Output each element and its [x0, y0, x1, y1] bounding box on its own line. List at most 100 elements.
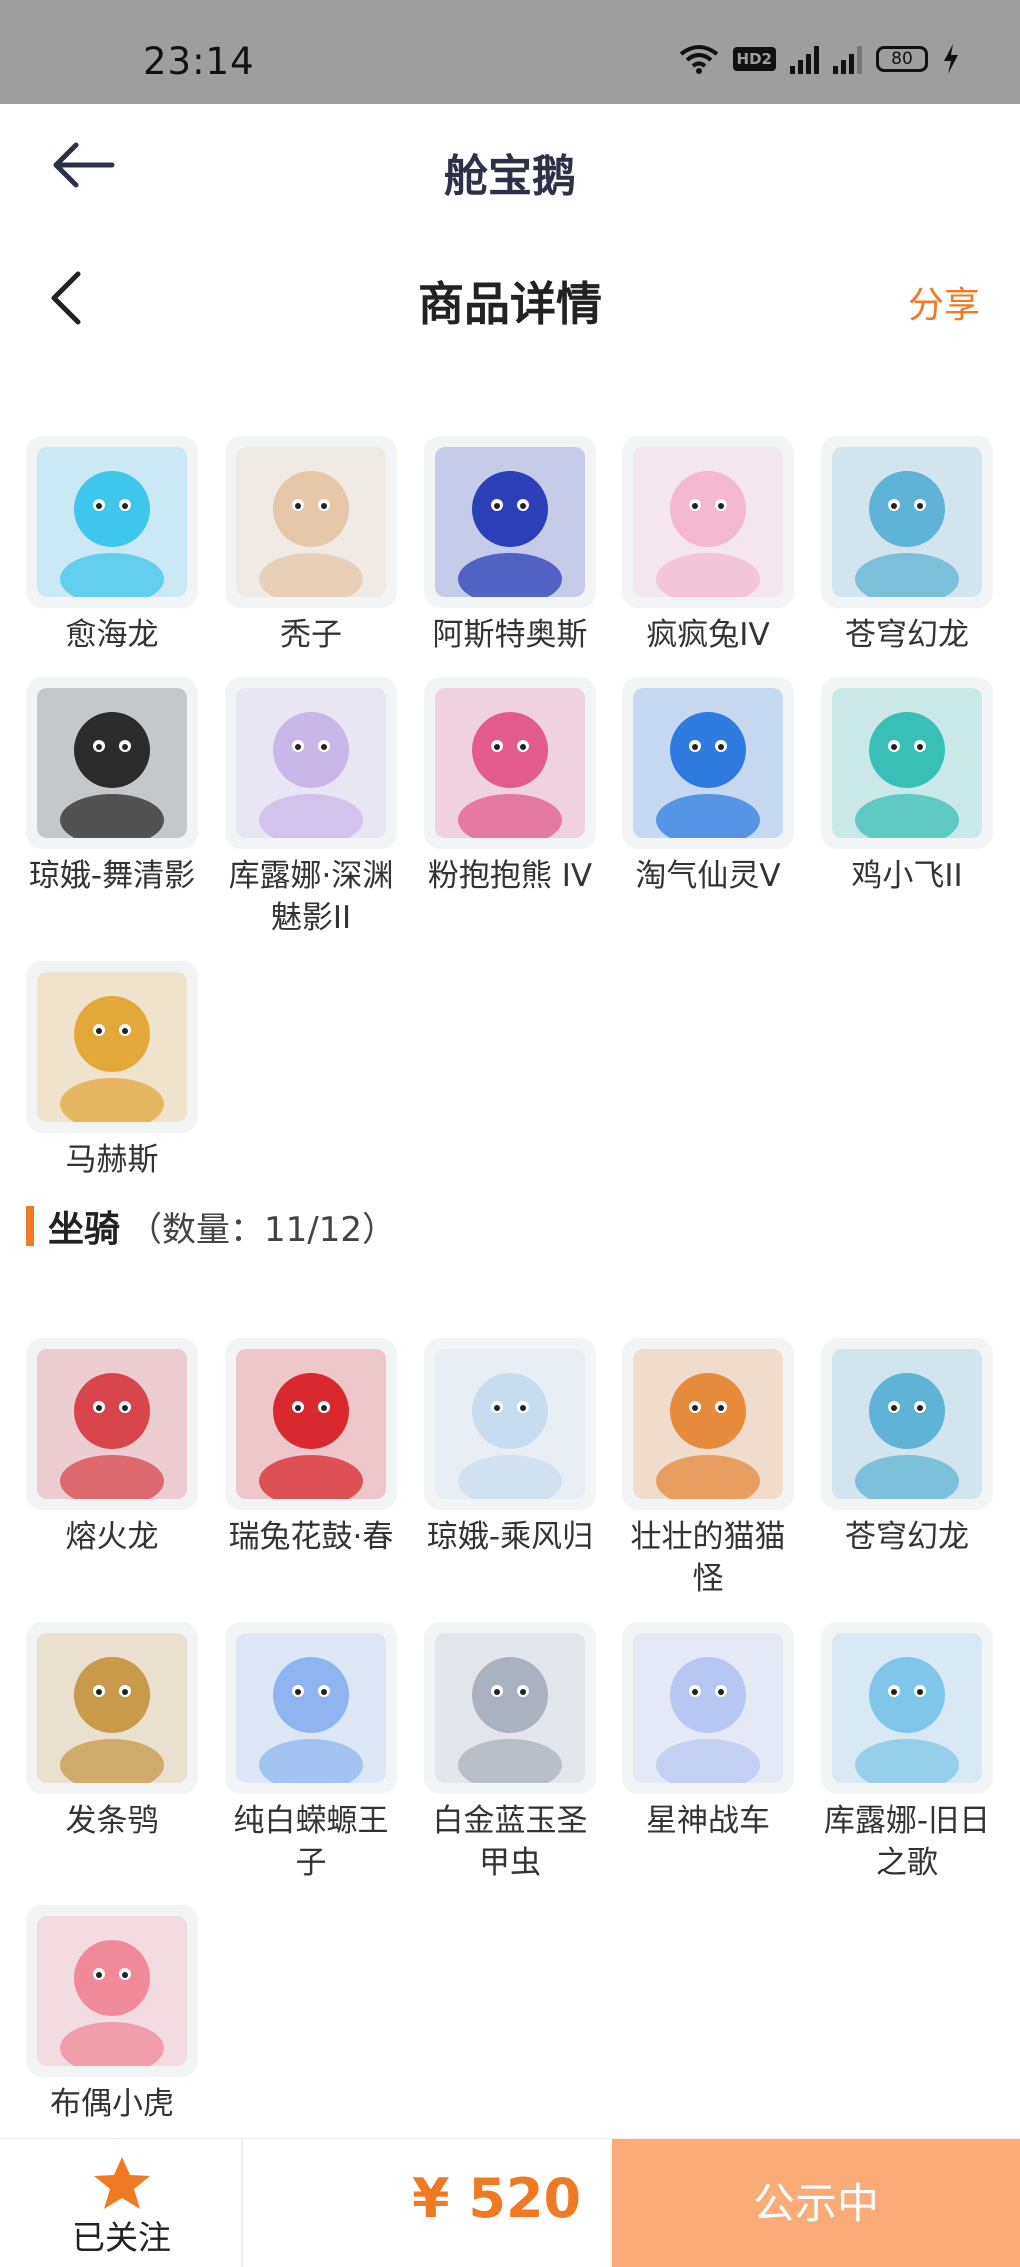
- item-name: 壮壮的猫猫怪: [630, 1519, 786, 1597]
- item-thumbnail: [26, 436, 198, 608]
- item-thumbnail: [225, 677, 397, 849]
- item-thumbnail: [26, 1622, 198, 1794]
- character-avatar-icon: [37, 1916, 187, 2066]
- item-name: 库露娜-旧日之歌: [823, 1803, 991, 1881]
- item-card[interactable]: 布偶小虎: [26, 1905, 198, 2125]
- item-card[interactable]: 纯白蝾螈王子: [225, 1622, 397, 1884]
- item-card[interactable]: 白金蓝玉圣甲虫: [424, 1622, 596, 1884]
- item-thumbnail: [424, 1622, 596, 1794]
- bottom-bar: 已关注 ¥ 520 公示中: [0, 2138, 1020, 2267]
- item-card[interactable]: 琼娥-乘风归: [424, 1338, 596, 1558]
- item-thumbnail: [821, 677, 993, 849]
- character-avatar-icon: [37, 1633, 187, 1783]
- item-card[interactable]: 秃子: [225, 436, 397, 656]
- item-card[interactable]: 库露娜·深渊魅影II: [225, 677, 397, 939]
- character-avatar-icon: [435, 447, 585, 597]
- item-card[interactable]: 疯疯兔IV: [622, 436, 794, 656]
- item-thumbnail: [225, 1622, 397, 1794]
- character-avatar-icon: [633, 1633, 783, 1783]
- item-thumbnail: [622, 1622, 794, 1794]
- item-name: 鸡小飞II: [851, 858, 963, 894]
- item-thumbnail: [424, 1338, 596, 1510]
- item-thumbnail: [821, 436, 993, 608]
- character-avatar-icon: [236, 688, 386, 838]
- star-icon: [94, 2157, 150, 2209]
- item-name: 阿斯特奥斯: [432, 617, 588, 653]
- character-avatar-icon: [236, 1349, 386, 1499]
- battery-icon: 80: [876, 46, 928, 72]
- status-icons: HD2 80: [679, 44, 960, 74]
- section-title: 坐骑: [48, 1209, 121, 1250]
- item-card[interactable]: 星神战车: [622, 1622, 794, 1842]
- character-avatar-icon: [37, 972, 187, 1122]
- item-name: 苍穹幻龙: [845, 617, 969, 653]
- item-card[interactable]: 淘气仙灵V: [622, 677, 794, 897]
- publicity-status-button[interactable]: 公示中: [612, 2139, 1020, 2267]
- character-avatar-icon: [236, 447, 386, 597]
- item-name: 琼娥-乘风归: [426, 1519, 594, 1555]
- item-thumbnail: [821, 1622, 993, 1794]
- item-thumbnail: [26, 677, 198, 849]
- page-title: 商品详情: [418, 277, 602, 331]
- charging-icon: [944, 44, 958, 74]
- item-thumbnail: [424, 677, 596, 849]
- item-name: 白金蓝玉圣甲虫: [432, 1803, 588, 1881]
- item-thumbnail: [424, 436, 596, 608]
- section-accent-bar: [26, 1206, 34, 1246]
- app-bar: 舱宝鹅: [0, 104, 1020, 228]
- item-name: 熔火龙: [65, 1519, 159, 1555]
- item-thumbnail: [622, 436, 794, 608]
- character-avatar-icon: [37, 447, 187, 597]
- item-name: 秃子: [280, 617, 342, 653]
- item-card[interactable]: 库露娜-旧日之歌: [821, 1622, 993, 1884]
- status-bar: 23:14 HD2 80: [0, 0, 1020, 104]
- item-card[interactable]: 壮壮的猫猫怪: [622, 1338, 794, 1600]
- signal-icon: [790, 44, 819, 74]
- item-card[interactable]: 熔火龙: [26, 1338, 198, 1558]
- item-card[interactable]: 瑞兔花鼓·春: [225, 1338, 397, 1558]
- signal-5g-icon: [833, 44, 862, 74]
- item-thumbnail: [26, 1905, 198, 2077]
- item-thumbnail: [26, 1338, 198, 1510]
- follow-button[interactable]: 已关注: [0, 2139, 243, 2267]
- item-name: 瑞兔花鼓·春: [228, 1519, 394, 1555]
- item-thumbnail: [622, 1338, 794, 1510]
- character-avatar-icon: [236, 1633, 386, 1783]
- item-name: 库露娜·深渊魅影II: [228, 858, 394, 936]
- price: ¥ 520: [412, 2167, 582, 2230]
- item-name: 纯白蝾螈王子: [233, 1803, 389, 1881]
- share-button[interactable]: 分享: [908, 276, 980, 328]
- item-card[interactable]: 鸡小飞II: [821, 677, 993, 897]
- item-name: 马赫斯: [65, 1142, 159, 1178]
- status-time: 23:14: [143, 40, 255, 83]
- item-card[interactable]: 愈海龙: [26, 436, 198, 656]
- item-thumbnail: [225, 436, 397, 608]
- item-card[interactable]: 苍穹幻龙: [821, 1338, 993, 1558]
- character-avatar-icon: [37, 1349, 187, 1499]
- character-avatar-icon: [633, 447, 783, 597]
- character-avatar-icon: [435, 688, 585, 838]
- item-thumbnail: [225, 1338, 397, 1510]
- character-avatar-icon: [633, 1349, 783, 1499]
- item-card[interactable]: 阿斯特奥斯: [424, 436, 596, 656]
- character-avatar-icon: [435, 1349, 585, 1499]
- item-card[interactable]: 琼娥-舞清影: [26, 677, 198, 897]
- item-card[interactable]: 苍穹幻龙: [821, 436, 993, 656]
- app-title: 舱宝鹅: [444, 151, 576, 202]
- item-card[interactable]: 马赫斯: [26, 961, 198, 1181]
- item-thumbnail: [821, 1338, 993, 1510]
- character-avatar-icon: [832, 1349, 982, 1499]
- item-thumbnail: [622, 677, 794, 849]
- item-card[interactable]: 粉抱抱熊 IV: [424, 677, 596, 897]
- section-header: 坐骑 （数量：11/12）: [26, 1204, 396, 1250]
- character-avatar-icon: [435, 1633, 585, 1783]
- detail-header: 商品详情 分享: [0, 228, 1020, 346]
- wifi-icon: [679, 45, 718, 74]
- character-avatar-icon: [832, 688, 982, 838]
- section-count: （数量：11/12）: [128, 1209, 396, 1250]
- character-avatar-icon: [832, 447, 982, 597]
- character-avatar-icon: [832, 1633, 982, 1783]
- item-name: 淘气仙灵V: [635, 858, 781, 894]
- item-list[interactable]: 龙物（数量：11/11）愈海龙秃子阿斯特奥斯疯疯兔IV苍穹幻龙琼娥-舞清影库露娜…: [0, 346, 1020, 2138]
- item-card[interactable]: 发条鸮: [26, 1622, 198, 1842]
